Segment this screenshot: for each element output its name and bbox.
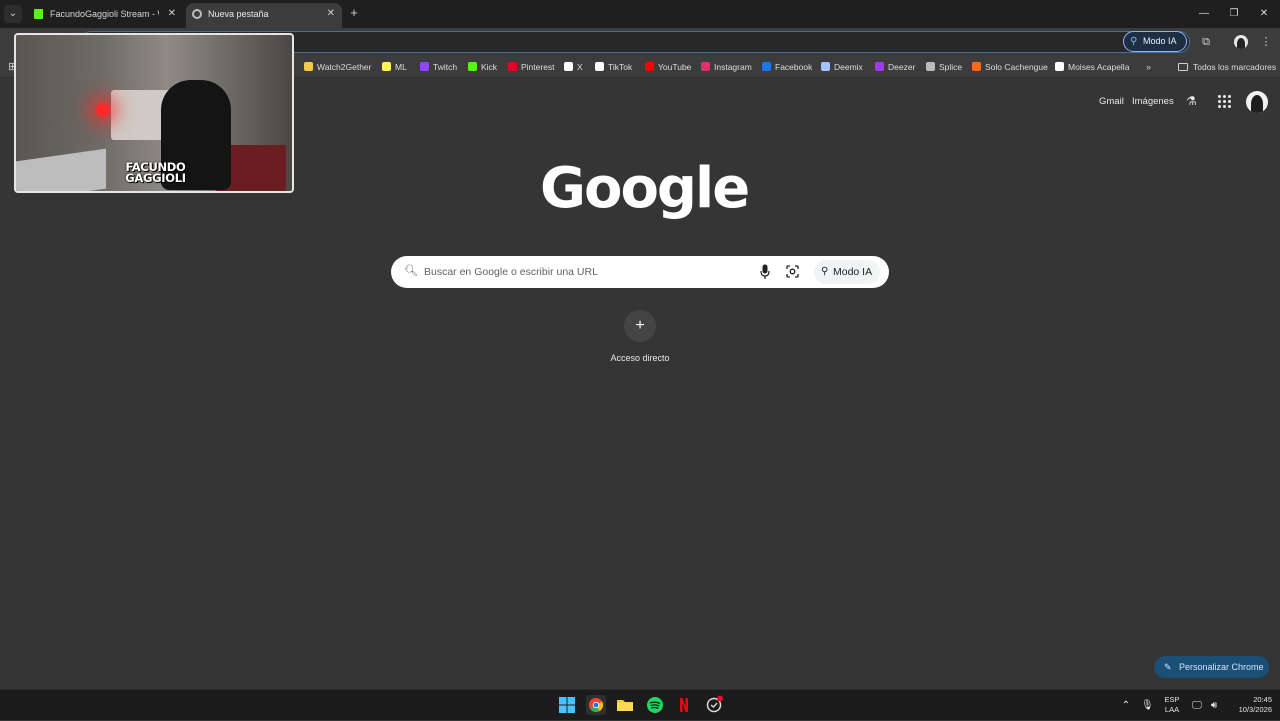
add-shortcut-button[interactable]: + <box>624 310 656 342</box>
mercadolibre-icon <box>382 62 391 71</box>
search-input[interactable] <box>424 260 744 284</box>
instagram-icon <box>701 62 710 71</box>
deemix-icon <box>821 62 830 71</box>
sparkle-search-icon: ⚲ <box>1130 36 1138 47</box>
twitch-icon <box>420 62 429 71</box>
network-icon[interactable]: 🖵︎ <box>1190 690 1204 721</box>
youtube-icon <box>645 62 654 71</box>
google-apps-icon[interactable] <box>1218 95 1231 108</box>
splice-icon <box>926 62 935 71</box>
bookmark-solo-cachengue[interactable]: Solo Cachengue <box>972 56 1048 78</box>
restore-button[interactable]: ❐ <box>1218 0 1250 28</box>
images-link[interactable]: Imágenes <box>1132 96 1174 107</box>
google-lens-icon[interactable] <box>786 265 799 278</box>
bookmark-tiktok[interactable]: TikTok <box>595 56 632 78</box>
tab-search-button[interactable]: ⌄ <box>4 5 22 23</box>
bookmark-kick[interactable]: Kick <box>468 56 497 78</box>
search-icon: 🔍︎ <box>404 265 418 277</box>
chrome-icon <box>192 9 202 19</box>
google-logo: Google <box>540 156 750 221</box>
bookmark-pinterest[interactable]: Pinterest <box>508 56 555 78</box>
pencil-icon: ✎ <box>1164 662 1172 672</box>
microphone-icon[interactable] <box>760 264 770 280</box>
bookmark-deemix[interactable]: Deemix <box>821 56 863 78</box>
file-explorer-icon[interactable] <box>615 695 635 715</box>
taskbar: ⌃ 🎙︎ ESP LAA 🖵︎ 🔊︎ 20:45 10/3/2026 <box>0 689 1280 720</box>
customize-label: Personalizar Chrome <box>1179 662 1264 672</box>
microphone-tray-icon[interactable]: 🎙︎ <box>1141 690 1154 721</box>
profile-avatar[interactable] <box>1234 35 1248 49</box>
show-hidden-icons[interactable]: ⌃ <box>1120 690 1132 721</box>
tiktok-icon <box>595 62 604 71</box>
minimize-button[interactable]: — <box>1188 0 1220 28</box>
labs-flask-icon[interactable]: ⚗ <box>1186 94 1197 108</box>
watch2gether-icon <box>304 62 313 71</box>
gmail-link[interactable]: Gmail <box>1099 96 1124 107</box>
close-tab-icon[interactable]: ✕ <box>168 0 176 28</box>
search-modo-ia-button[interactable]: ⚲ Modo IA <box>814 260 880 284</box>
facebook-icon <box>762 62 771 71</box>
kick-icon <box>468 62 477 71</box>
close-tab-icon[interactable]: ✕ <box>327 3 335 25</box>
streamer-logo: FACUNDO GAGGIOLI <box>125 160 186 185</box>
tab-stream[interactable]: FacundoGaggioli Stream - Watc ✕ <box>28 0 183 28</box>
bookmark-twitch[interactable]: Twitch <box>420 56 457 78</box>
new-tab-button[interactable]: + <box>346 5 362 21</box>
tab-new[interactable]: Nueva pestaña ✕ <box>186 3 342 28</box>
pinterest-icon <box>508 62 517 71</box>
spotify-icon[interactable] <box>645 695 665 715</box>
bookmark-watch2gether[interactable]: Watch2Gether <box>304 56 372 78</box>
bookmark-splice[interactable]: Splice <box>926 56 962 78</box>
modo-ia-label: Modo IA <box>1143 36 1177 46</box>
bookmark-x[interactable]: X <box>564 56 583 78</box>
bookmark-moises-acapella[interactable]: Moises Acapella <box>1055 56 1129 78</box>
search-box[interactable]: 🔍︎ ⚲ Modo IA <box>391 256 889 288</box>
chrome-taskbar-icon[interactable] <box>586 695 606 715</box>
bookmark-ml[interactable]: ML <box>382 56 407 78</box>
close-window-button[interactable]: ✕ <box>1248 0 1280 28</box>
bookmarks-overflow-button[interactable]: » <box>1146 56 1151 78</box>
tab-strip: ⌄ FacundoGaggioli Stream - Watc ✕ Nueva … <box>0 0 1280 28</box>
bookmark-youtube[interactable]: YouTube <box>645 56 691 78</box>
menu-icon[interactable]: ⋮ <box>1258 34 1274 50</box>
netflix-icon[interactable] <box>674 695 694 715</box>
moises-icon <box>1055 62 1064 71</box>
app-with-notification-icon[interactable] <box>704 695 724 715</box>
folder-icon <box>1178 63 1188 71</box>
fire-icon <box>972 62 981 71</box>
sparkle-search-icon: ⚲ <box>821 266 829 277</box>
volume-icon[interactable]: 🔊︎ <box>1207 690 1221 721</box>
modo-ia-button[interactable]: ⚲ Modo IA <box>1123 31 1187 52</box>
google-account-avatar[interactable] <box>1246 91 1268 113</box>
customize-chrome-button[interactable]: ✎ Personalizar Chrome <box>1154 656 1269 678</box>
deezer-icon <box>875 62 884 71</box>
webcam-overlay: FACUNDO GAGGIOLI <box>14 33 294 193</box>
bookmark-facebook[interactable]: Facebook <box>762 56 812 78</box>
kick-icon <box>34 9 43 19</box>
extensions-icon[interactable]: ⧉ <box>1198 34 1214 50</box>
clock[interactable]: 20:45 10/3/2026 <box>1226 690 1272 721</box>
tab-title: Nueva pestaña <box>208 9 269 19</box>
bookmark-instagram[interactable]: Instagram <box>701 56 752 78</box>
add-shortcut-label: Acceso directo <box>610 353 670 363</box>
bookmark-deezer[interactable]: Deezer <box>875 56 915 78</box>
webcam-red-light <box>96 103 110 117</box>
all-bookmarks-folder[interactable]: Todos los marcadores <box>1178 56 1276 78</box>
search-modo-ia-label: Modo IA <box>833 266 873 278</box>
tab-title: FacundoGaggioli Stream - Watc <box>50 9 159 19</box>
windows-start-icon[interactable] <box>557 695 577 715</box>
input-language-indicator[interactable]: ESP LAA <box>1160 690 1184 721</box>
x-icon <box>564 62 573 71</box>
